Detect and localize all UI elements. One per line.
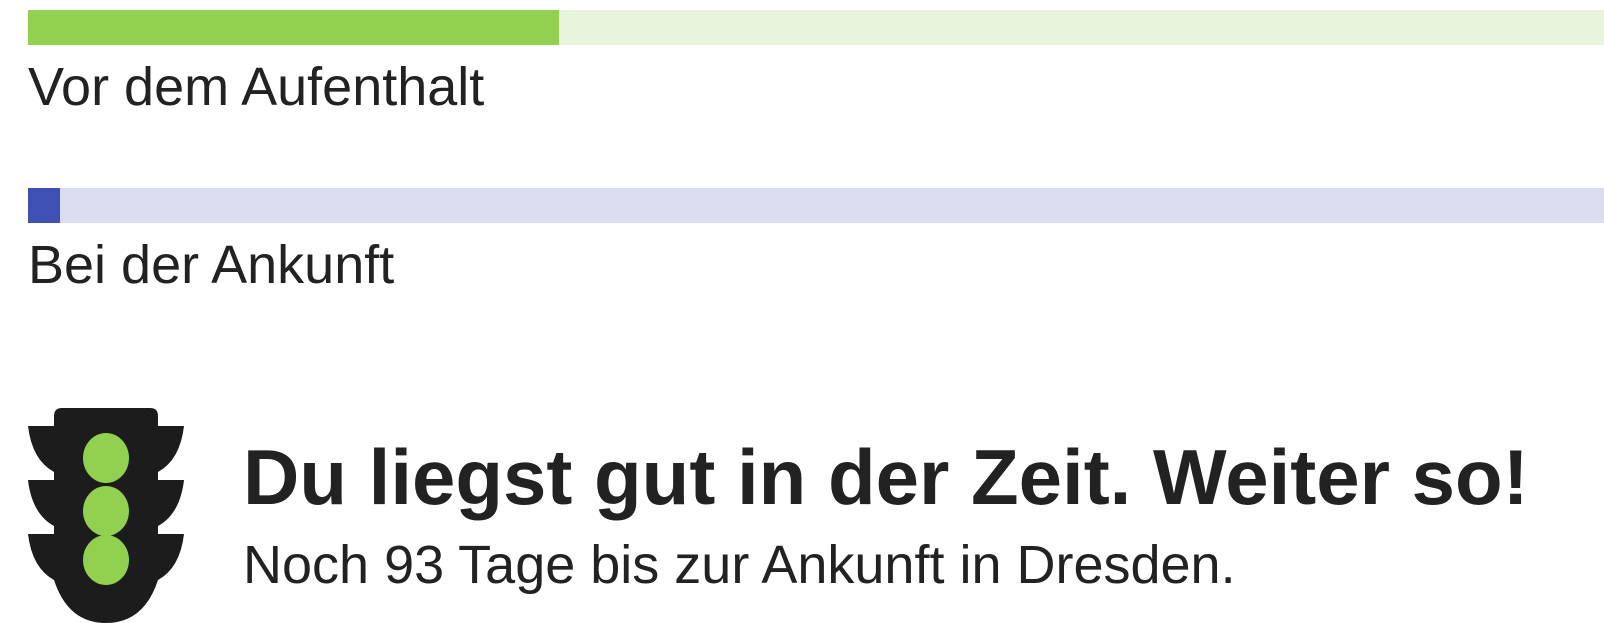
progress-label-before-stay: Vor dem Aufenthalt [28, 57, 485, 117]
traffic-light-lamp-bottom [83, 535, 129, 585]
traffic-light-icon [28, 408, 184, 623]
checklist-progress-panel: Vor dem Aufenthalt Bei der Ankunft Du li… [0, 0, 1604, 623]
status-subline: Noch 93 Tage bis zur Ankunft in Dresden. [243, 535, 1236, 595]
traffic-light-lamp-top [83, 433, 129, 483]
status-text: Du liegst gut in der Zeit. Weiter so! No… [243, 432, 1529, 596]
progress-track-before-stay [28, 10, 1604, 45]
traffic-light-lamp-middle [83, 486, 129, 536]
progress-label-on-arrival: Bei der Ankunft [28, 235, 395, 295]
progress-before-stay: Vor dem Aufenthalt [28, 10, 1604, 118]
progress-fill-before-stay [28, 10, 560, 45]
progress-track-on-arrival [28, 188, 1604, 223]
status-headline: Du liegst gut in der Zeit. Weiter so! [243, 433, 1529, 521]
progress-on-arrival: Bei der Ankunft [28, 188, 1604, 296]
progress-fill-on-arrival [28, 188, 60, 223]
status-message: Du liegst gut in der Zeit. Weiter so! No… [26, 408, 1604, 623]
